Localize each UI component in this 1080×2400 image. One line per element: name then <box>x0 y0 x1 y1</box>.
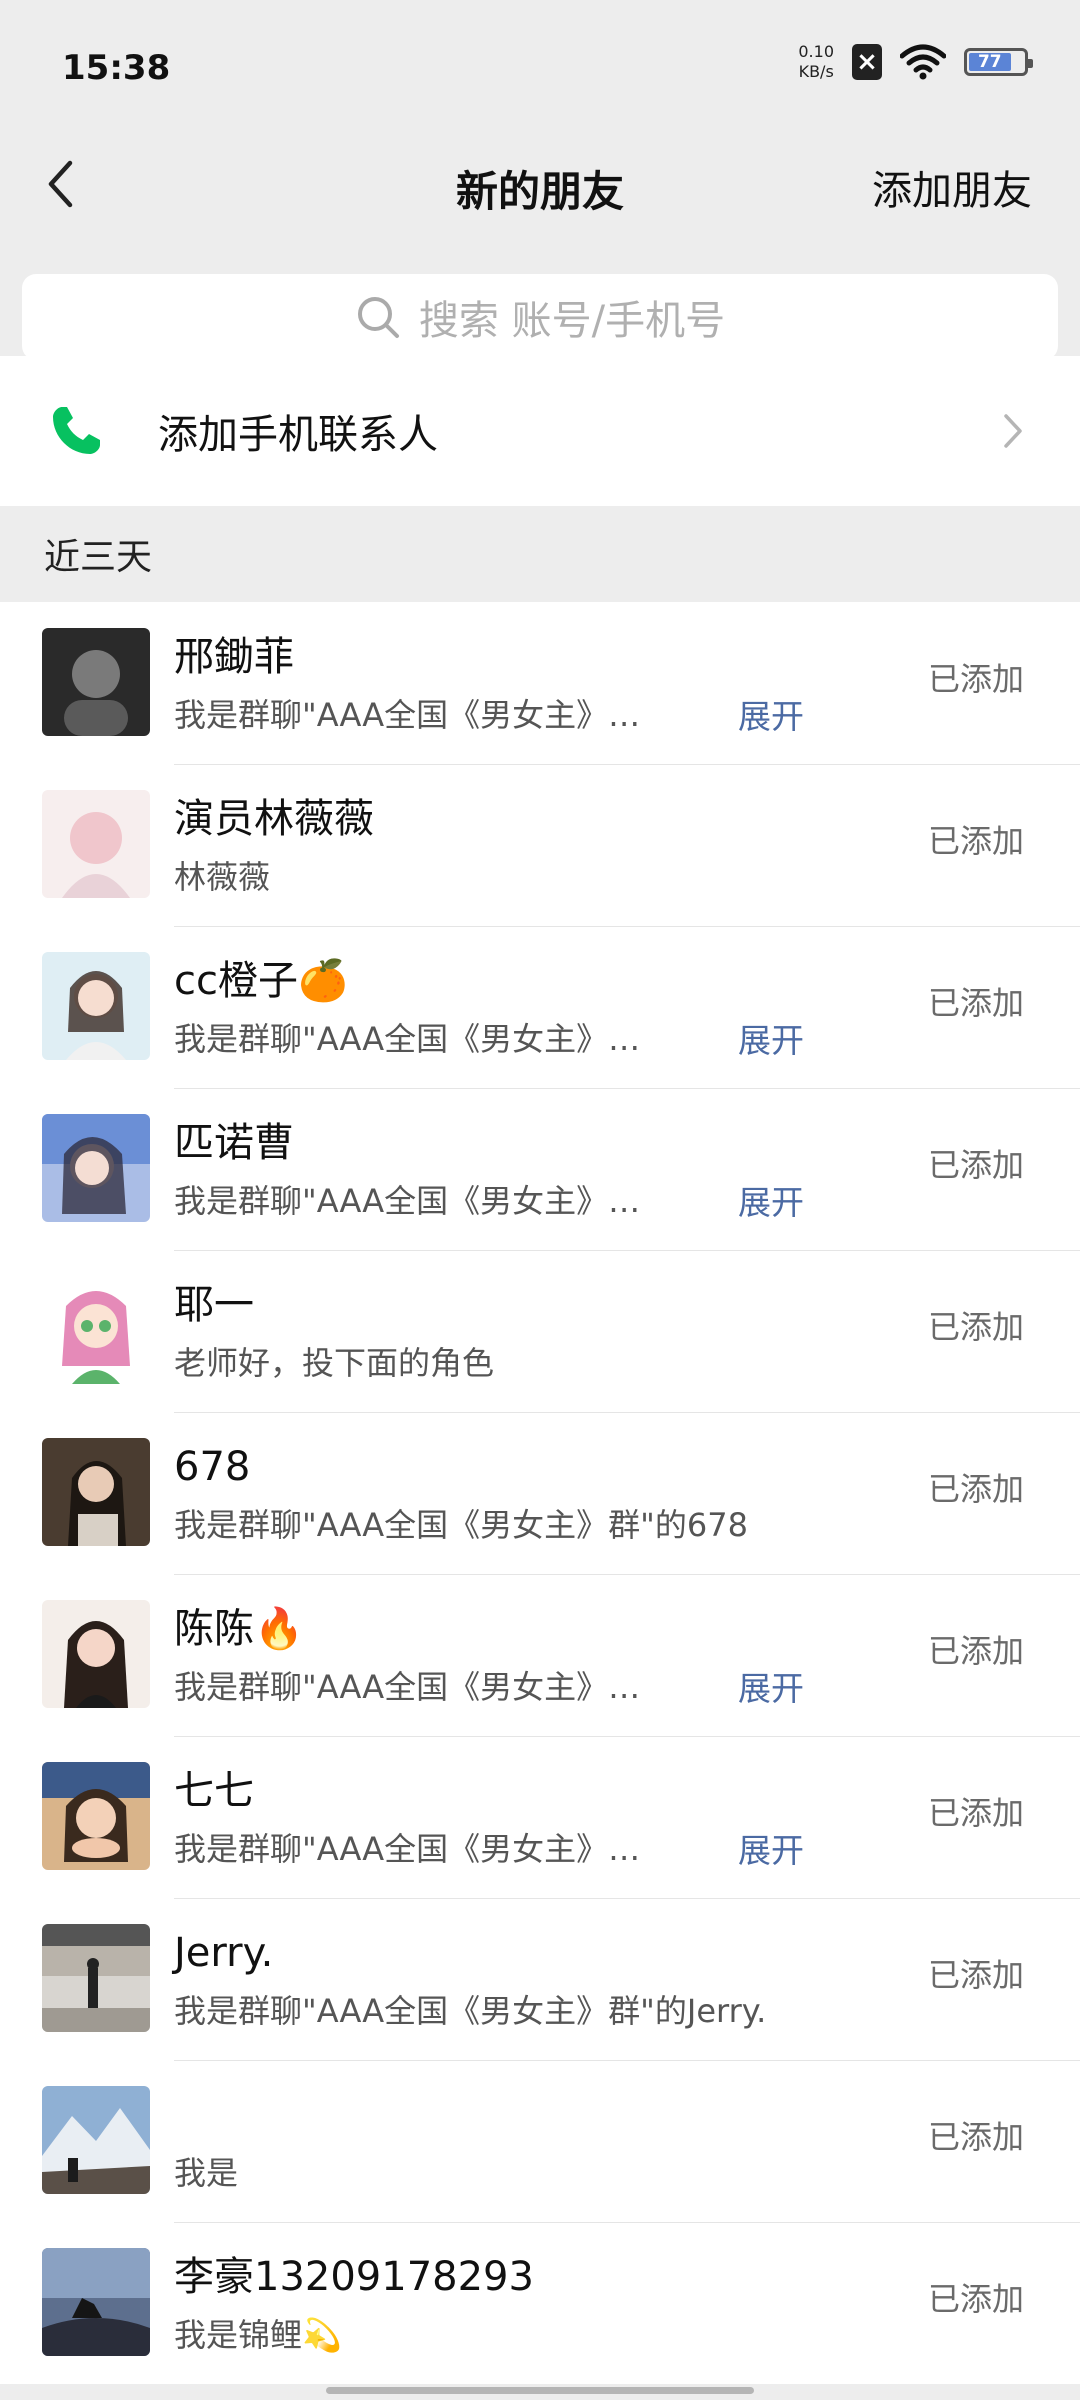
avatar <box>42 790 150 898</box>
phone-icon <box>46 401 106 461</box>
avatar <box>42 1114 150 1222</box>
added-status: 已添加 <box>927 2118 1024 2156</box>
avatar <box>42 1600 150 1708</box>
wifi-icon <box>900 44 946 80</box>
added-status: 已添加 <box>927 660 1024 698</box>
friend-request-text: 我是 已添加 <box>174 2088 1080 2223</box>
avatar <box>42 1276 150 1384</box>
friend-request-row[interactable]: 匹诺曹 我是群聊"AAA全国《男女主》… 展开 已添加 <box>0 1088 1080 1251</box>
friend-request-row[interactable]: Jerry. 我是群聊"AAA全国《男女主》群"的Jerry. 已添加 <box>0 1898 1080 2061</box>
status-bar: 15:38 0.10 KB/s × 77 <box>0 0 1080 134</box>
added-status: 已添加 <box>927 1956 1024 1994</box>
expand-link[interactable]: 展开 <box>738 1176 804 1224</box>
expand-link[interactable]: 展开 <box>738 1824 804 1872</box>
friend-request-text: 陈陈🔥 我是群聊"AAA全国《男女主》… 展开 已添加 <box>174 1602 1080 1737</box>
avatar <box>42 2248 150 2356</box>
network-speed-value: 0.10 <box>798 42 834 61</box>
friend-request-list: 邢鋤菲 我是群聊"AAA全国《男女主》… 展开 已添加 演员林薇薇 林薇薇 已添… <box>0 602 1080 2384</box>
chevron-right-icon <box>998 411 1028 451</box>
avatar <box>42 2086 150 2194</box>
friend-request-row[interactable]: 七七 我是群聊"AAA全国《男女主》… 展开 已添加 <box>0 1736 1080 1899</box>
search-input[interactable]: 搜索 账号/手机号 <box>22 274 1058 360</box>
nav-bar: 新的朋友 添加朋友 <box>0 134 1080 242</box>
avatar <box>42 952 150 1060</box>
friend-request-text: 七七 我是群聊"AAA全国《男女主》… 展开 已添加 <box>174 1764 1080 1899</box>
expand-link[interactable]: 展开 <box>738 1662 804 1710</box>
friend-request-text: 演员林薇薇 林薇薇 已添加 <box>174 792 1080 927</box>
avatar <box>42 1438 150 1546</box>
avatar <box>42 1924 150 2032</box>
expand-link[interactable]: 展开 <box>738 690 804 738</box>
add-phone-contacts-label: 添加手机联系人 <box>158 412 438 458</box>
search-placeholder: 搜索 账号/手机号 <box>418 298 726 344</box>
friend-request-text: 耶一 老师好，投下面的角色 已添加 <box>174 1278 1080 1413</box>
added-status: 已添加 <box>927 1794 1024 1832</box>
network-speed: 0.10 KB/s <box>798 42 834 82</box>
friend-request-text: 邢鋤菲 我是群聊"AAA全国《男女主》… 展开 已添加 <box>174 630 1080 765</box>
battery-icon: 77 <box>964 48 1033 76</box>
added-status: 已添加 <box>927 1308 1024 1346</box>
friend-request-text: cc橙子🍊 我是群聊"AAA全国《男女主》… 展开 已添加 <box>174 954 1080 1089</box>
added-status: 已添加 <box>927 1470 1024 1508</box>
friend-request-row[interactable]: 我是 已添加 <box>0 2060 1080 2223</box>
added-status: 已添加 <box>927 2280 1024 2318</box>
avatar <box>42 628 150 736</box>
home-indicator[interactable] <box>326 2387 754 2394</box>
status-time: 15:38 <box>62 48 171 88</box>
section-header-recent: 近三天 <box>44 537 153 578</box>
added-status: 已添加 <box>927 1146 1024 1184</box>
friend-request-row[interactable]: 耶一 老师好，投下面的角色 已添加 <box>0 1250 1080 1413</box>
search-icon <box>357 297 399 338</box>
friend-request-row[interactable]: 演员林薇薇 林薇薇 已添加 <box>0 764 1080 927</box>
friend-request-text: 李豪13209178293 我是锦鲤💫 已添加 <box>174 2250 1080 2384</box>
friend-request-row[interactable]: 陈陈🔥 我是群聊"AAA全国《男女主》… 展开 已添加 <box>0 1574 1080 1737</box>
chevron-left-icon <box>48 160 73 208</box>
friend-request-row[interactable]: 邢鋤菲 我是群聊"AAA全国《男女主》… 展开 已添加 <box>0 602 1080 765</box>
add-phone-contacts-row[interactable]: 添加手机联系人 <box>0 356 1080 506</box>
friend-request-text: 匹诺曹 我是群聊"AAA全国《男女主》… 展开 已添加 <box>174 1116 1080 1251</box>
add-friend-button[interactable]: 添加朋友 <box>872 158 1032 216</box>
network-speed-unit: KB/s <box>798 62 834 81</box>
friend-request-row[interactable]: 678 我是群聊"AAA全国《男女主》群"的678 已添加 <box>0 1412 1080 1575</box>
status-icons: 0.10 KB/s × 77 <box>798 42 1033 82</box>
notification-x-icon: × <box>852 44 882 80</box>
avatar <box>42 1762 150 1870</box>
friend-request-text: Jerry. 我是群聊"AAA全国《男女主》群"的Jerry. 已添加 <box>174 1926 1080 2061</box>
added-status: 已添加 <box>927 822 1024 860</box>
expand-link[interactable]: 展开 <box>738 1014 804 1062</box>
added-status: 已添加 <box>927 984 1024 1022</box>
added-status: 已添加 <box>927 1632 1024 1670</box>
back-button[interactable] <box>30 154 90 214</box>
friend-request-text: 678 我是群聊"AAA全国《男女主》群"的678 已添加 <box>174 1440 1080 1575</box>
battery-level: 77 <box>969 52 1011 72</box>
friend-request-row[interactable]: cc橙子🍊 我是群聊"AAA全国《男女主》… 展开 已添加 <box>0 926 1080 1089</box>
friend-request-row[interactable]: 李豪13209178293 我是锦鲤💫 已添加 <box>0 2222 1080 2384</box>
